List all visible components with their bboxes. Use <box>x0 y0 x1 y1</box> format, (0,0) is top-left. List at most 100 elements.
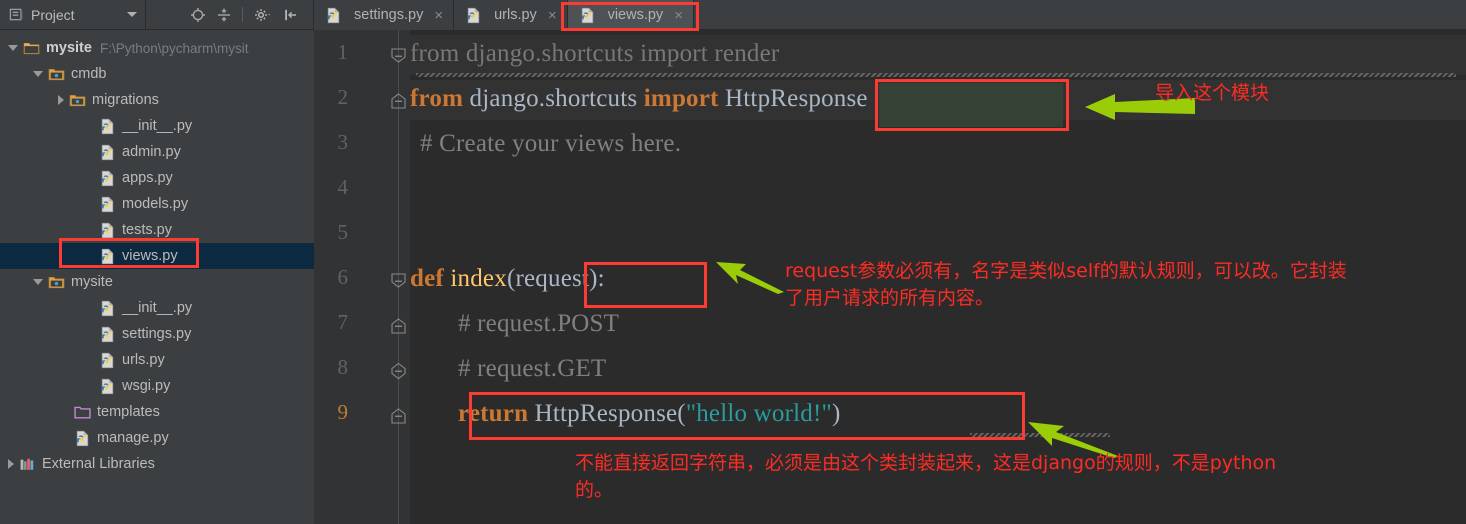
code-line-3[interactable]: # Create your views here. <box>410 130 681 158</box>
tree-item-models-py[interactable]: models.py <box>0 191 314 217</box>
tree-item-tests-py[interactable]: tests.py <box>0 217 314 243</box>
code-token: ): <box>589 265 605 292</box>
line-number: 4 <box>337 175 349 199</box>
collapse-all-icon[interactable] <box>216 7 232 23</box>
code-token: ) <box>831 400 841 427</box>
line-number: 5 <box>337 220 349 244</box>
python-file-icon <box>101 248 114 264</box>
code-token: request <box>515 265 590 292</box>
pycharm-window: Project mysite F:\Python\pycharm\mysit c… <box>0 0 1466 524</box>
folder-module-icon <box>23 42 40 54</box>
gear-icon[interactable] <box>253 7 273 23</box>
tree-item-templates[interactable]: templates <box>0 399 314 425</box>
code-line-8[interactable]: # request.GET <box>410 355 606 383</box>
editor-tab-urls-py[interactable]: urls.py × <box>454 0 568 30</box>
editor-gutter[interactable]: 1 2 3 4 5 6 7 8 9 <box>314 30 410 524</box>
project-tree[interactable]: mysite F:\Python\pycharm\mysit cmdb migrati… <box>0 31 314 524</box>
tree-item-mysite[interactable]: mysite <box>0 269 314 295</box>
tree-item-label: templates <box>97 404 160 420</box>
tree-item-views-py[interactable]: views.py <box>0 243 314 269</box>
python-file-icon <box>101 222 114 238</box>
project-tab-label: Project <box>31 6 75 23</box>
tree-item-label: admin.py <box>122 144 181 160</box>
tree-item-admin-py[interactable]: admin.py <box>0 139 314 165</box>
code-fold-toggle[interactable] <box>390 93 407 110</box>
tree-item-label: __init__.py <box>122 300 193 316</box>
close-icon[interactable]: × <box>674 8 683 23</box>
code-line-6[interactable]: def index(request): <box>410 265 605 293</box>
python-file-icon <box>101 144 114 160</box>
close-icon[interactable]: × <box>434 8 443 23</box>
chevron-right-icon[interactable] <box>8 459 14 469</box>
annotation-request-param: request参数必须有，名字是类似self的默认规则，可以改。它封装 了用户请… <box>785 260 1347 309</box>
code-line-2[interactable]: from django.shortcuts import HttpRespons… <box>410 85 868 113</box>
code-token: import <box>640 40 708 67</box>
code-fold-toggle[interactable] <box>390 362 407 380</box>
code-line-1[interactable]: from django.shortcuts import render <box>410 40 779 68</box>
python-file-icon <box>101 378 114 394</box>
chevron-down-icon[interactable] <box>127 12 137 17</box>
close-icon[interactable]: × <box>548 8 557 23</box>
code-token: render <box>707 40 780 67</box>
code-line-7[interactable]: # request.POST <box>410 310 619 338</box>
code-token: from <box>410 85 464 112</box>
tree-item-cmdb[interactable]: cmdb <box>0 61 314 87</box>
project-tab[interactable]: Project <box>0 0 146 29</box>
code-fold-toggle[interactable] <box>390 48 407 65</box>
line-number: 8 <box>337 355 349 379</box>
tab-bar-filler <box>693 0 1466 30</box>
tree-item-path: F:\Python\pycharm\mysit <box>99 40 249 56</box>
tree-item-manage-py[interactable]: manage.py <box>0 425 314 451</box>
folder-templates-icon <box>74 406 91 419</box>
code-fold-toggle[interactable] <box>390 273 407 290</box>
tree-item-label: External Libraries <box>42 456 155 472</box>
editor-tab-label: settings.py <box>354 7 424 23</box>
tree-item-label: migrations <box>92 92 159 108</box>
code-token: # request.POST <box>458 310 620 337</box>
chevron-down-icon[interactable] <box>8 45 18 51</box>
editor-tab-settings-py[interactable]: settings.py × <box>314 0 455 30</box>
tree-item-label: tests.py <box>122 222 172 238</box>
chevron-right-icon[interactable] <box>58 95 64 105</box>
tree-item-label: apps.py <box>122 170 173 186</box>
editor-tab-label: views.py <box>607 7 664 23</box>
line-number: 7 <box>337 310 349 334</box>
tree-item-urls-py[interactable]: urls.py <box>0 347 314 373</box>
tree-item-apps-py[interactable]: apps.py <box>0 165 314 191</box>
folder-source-icon <box>48 276 65 288</box>
python-file-icon <box>327 7 340 23</box>
tree-item-label: cmdb <box>71 66 107 82</box>
tree-item-label: urls.py <box>122 352 165 368</box>
code-token: return <box>458 400 529 427</box>
tree-item--init-py[interactable]: __init__.py <box>0 113 314 139</box>
code-fold-toggle[interactable] <box>390 408 407 425</box>
code-line-9[interactable]: return HttpResponse("hello world!") <box>410 400 840 428</box>
tree-item-label: views.py <box>122 248 178 264</box>
code-fold-toggle[interactable] <box>390 318 407 335</box>
tree-item-mysite[interactable]: mysite F:\Python\pycharm\mysit <box>0 35 314 61</box>
annotation-import-module: 导入这个模块 <box>1155 82 1270 104</box>
code-token: def <box>410 265 444 292</box>
code-token: HttpResponse <box>528 400 678 427</box>
chevron-down-icon[interactable] <box>33 71 43 77</box>
folder-source-icon <box>69 94 86 106</box>
code-token: ( <box>677 400 686 427</box>
green-arrow-request-param <box>716 258 784 294</box>
tree-item--init-py[interactable]: __init__.py <box>0 295 314 321</box>
tree-item-external-libraries[interactable]: External Libraries <box>0 451 314 477</box>
tree-item-migrations[interactable]: migrations <box>0 87 314 113</box>
hide-panel-icon[interactable] <box>283 7 299 23</box>
tree-item-settings-py[interactable]: settings.py <box>0 321 314 347</box>
chevron-down-icon[interactable] <box>33 279 43 285</box>
editor-tab-views-py[interactable]: views.py × <box>567 0 694 30</box>
line-number: 3 <box>337 130 349 154</box>
code-token: "hello world!" <box>685 400 832 427</box>
folder-source-icon <box>48 68 65 80</box>
scroll-from-source-icon[interactable] <box>190 7 206 23</box>
line-number: 1 <box>337 40 349 64</box>
python-file-icon <box>101 170 114 186</box>
code-token: from <box>410 40 460 67</box>
editor-tab-bar: settings.py × urls.py × views.py × <box>314 0 1466 30</box>
code-token: django.shortcuts <box>463 85 644 112</box>
tree-item-wsgi-py[interactable]: wsgi.py <box>0 373 314 399</box>
